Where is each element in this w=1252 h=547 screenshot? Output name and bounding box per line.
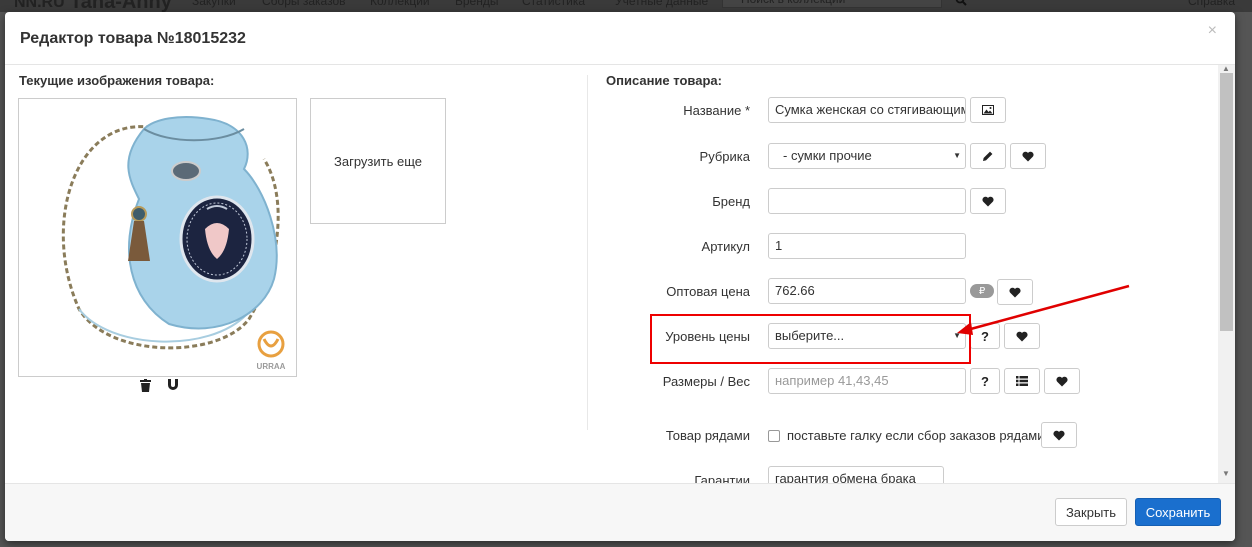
- wholesale-price-label: Оптовая цена: [666, 284, 750, 299]
- rows-checkbox-label[interactable]: поставьте галку если сбор заказов рядами: [787, 428, 1045, 443]
- bg-tab-account: Учетные данные: [615, 0, 709, 8]
- images-section-label: Текущие изображения товара:: [19, 73, 215, 88]
- brand-label: Бренд: [712, 194, 750, 209]
- background-app-bar: NN.RU Tana-Anny Закупки Сборы заказов Ко…: [0, 0, 1252, 12]
- close-icon[interactable]: ×: [1208, 22, 1217, 40]
- heart-icon: [1053, 430, 1065, 440]
- sizes-list-button[interactable]: [1004, 368, 1040, 394]
- bg-tab-collections: Коллекции: [370, 0, 430, 8]
- favorite-rows-button[interactable]: [1041, 422, 1077, 448]
- picture-icon: [982, 105, 994, 115]
- close-button[interactable]: Закрыть: [1055, 498, 1127, 526]
- price-level-help-button[interactable]: ?: [970, 323, 1000, 349]
- image-watermark: URRAA: [257, 362, 286, 371]
- modal-header: Редактор товара №18015232 ×: [5, 12, 1235, 65]
- modal-title: Редактор товара №18015232: [20, 30, 246, 47]
- site-logo: NN.RU: [14, 0, 65, 11]
- rows-checkbox[interactable]: [768, 430, 780, 442]
- wholesale-price-input[interactable]: 762.66: [768, 278, 966, 304]
- article-label: Артикул: [701, 239, 750, 254]
- sizes-input[interactable]: например 41,43,45: [768, 368, 966, 394]
- favorite-price-button[interactable]: [997, 279, 1033, 305]
- favorite-brand-button[interactable]: [970, 188, 1006, 214]
- brand-input[interactable]: [768, 188, 966, 214]
- scrollbar-thumb[interactable]: [1220, 73, 1233, 331]
- heart-icon: [1009, 287, 1021, 297]
- trash-icon[interactable]: [140, 379, 151, 395]
- section-divider: [587, 75, 588, 430]
- description-section-label: Описание товара:: [606, 73, 722, 88]
- article-input[interactable]: 1: [768, 233, 966, 259]
- rows-label: Товар рядами: [665, 428, 750, 443]
- heart-icon: [1022, 151, 1034, 161]
- bg-search-input: Поиск в коллекции: [722, 0, 942, 8]
- modal-footer: Закрыть Сохранить: [5, 483, 1235, 541]
- bg-tab-orders: Сборы заказов: [262, 0, 346, 8]
- list-icon: [1016, 376, 1028, 386]
- brand-name: Tana-Anny: [70, 0, 172, 12]
- favorite-rubric-button[interactable]: [1010, 143, 1046, 169]
- guarantee-input[interactable]: гарантия обмена брака: [768, 466, 944, 483]
- favorite-price-level-button[interactable]: [1004, 323, 1040, 349]
- name-input[interactable]: Сумка женская со стягивающим: [768, 97, 966, 123]
- upload-more-button[interactable]: Загрузить еще: [310, 98, 446, 224]
- heart-icon: [1056, 376, 1068, 386]
- rubric-select[interactable]: - сумки прочие: [768, 143, 966, 169]
- rubric-label: Рубрика: [699, 149, 750, 164]
- bag-image: URRAA: [61, 116, 286, 371]
- name-label: Название *: [683, 103, 750, 118]
- modal-scrollbar[interactable]: ▲ ▼: [1218, 64, 1235, 483]
- guarantee-label: Гарантии: [694, 473, 750, 483]
- bg-tab-statistics: Статистика: [522, 0, 586, 8]
- sizes-help-button[interactable]: ?: [970, 368, 1000, 394]
- product-editor-modal: Редактор товара №18015232 × Текущие изоб…: [5, 12, 1235, 541]
- edit-rubric-button[interactable]: [970, 143, 1006, 169]
- bg-tab-brands: Бренды: [455, 0, 499, 8]
- upload-more-label: Загрузить еще: [334, 153, 422, 169]
- annotation-highlight-box: [650, 314, 971, 364]
- heart-icon: [1016, 331, 1028, 341]
- currency-badge[interactable]: ₽: [970, 284, 994, 298]
- magnet-icon[interactable]: [167, 379, 179, 395]
- bg-help-link: Справка: [1188, 0, 1236, 8]
- image-picker-button[interactable]: [970, 97, 1006, 123]
- scroll-down-icon[interactable]: ▼: [1222, 469, 1230, 478]
- image-tools: [140, 379, 179, 395]
- sizes-label: Размеры / Вес: [662, 374, 750, 389]
- heart-icon: [982, 196, 994, 206]
- save-button[interactable]: Сохранить: [1135, 498, 1221, 526]
- pencil-icon: [983, 151, 993, 161]
- modal-body: Текущие изображения товара: URRAA Загруз…: [5, 65, 1218, 483]
- search-icon: [955, 0, 967, 9]
- favorite-sizes-button[interactable]: [1044, 368, 1080, 394]
- product-image[interactable]: URRAA: [18, 98, 297, 377]
- scroll-up-icon[interactable]: ▲: [1222, 64, 1230, 73]
- bg-tab-purchases: Закупки: [192, 0, 236, 8]
